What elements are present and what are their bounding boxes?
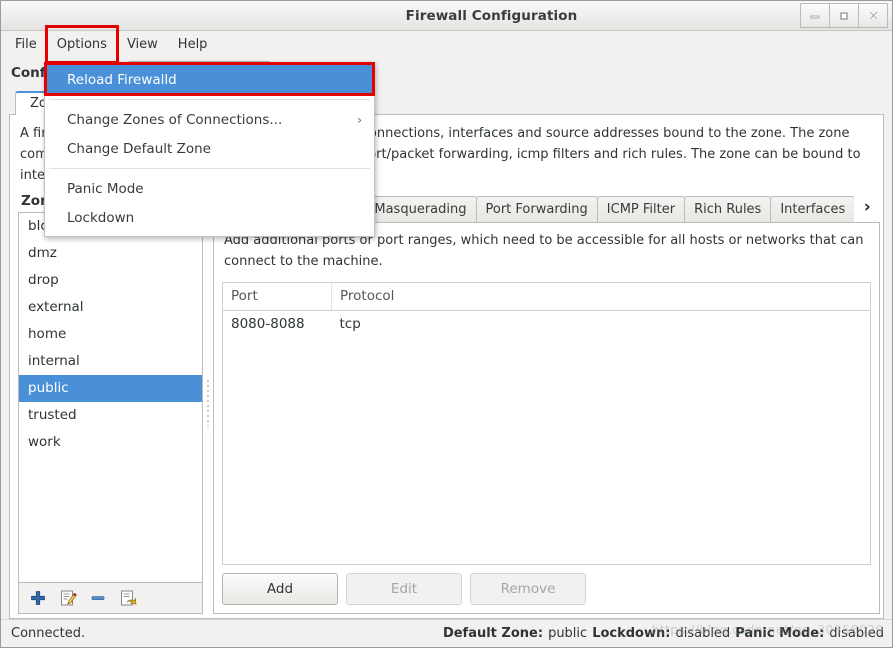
zone-item-home[interactable]: home [19, 321, 202, 348]
zone-item-public[interactable]: public [19, 375, 202, 402]
menu-file[interactable]: File [5, 31, 47, 58]
tab-icmp-filter-label: ICMP Filter [607, 202, 675, 217]
tab-rich-rules-label: Rich Rules [694, 202, 761, 217]
ports-table-wrap: Port Protocol 8080-8088 tcp [222, 282, 871, 565]
menu-view[interactable]: View [117, 31, 168, 58]
tab-icmp-filter[interactable]: ICMP Filter [597, 196, 685, 222]
menu-help-label: Help [178, 37, 208, 52]
ports-tab-panel: Add additional ports or port ranges, whi… [213, 222, 880, 614]
menu-file-label: File [15, 37, 37, 52]
maximize-button[interactable] [829, 3, 859, 28]
pane-splitter[interactable] [203, 192, 213, 614]
firewall-configuration-window: Firewall Configuration File Options View… [0, 0, 893, 648]
status-bar: Connected. https://blog.csdn.net/qq_3035… [1, 619, 892, 647]
menu-options-label: Options [57, 37, 107, 52]
menu-item-panic-mode-label: Panic Mode [67, 181, 144, 197]
menu-view-label: View [127, 37, 158, 52]
tab-port-forwarding[interactable]: Port Forwarding [476, 196, 598, 222]
zone-detail-pane: ‹ Services Ports Masquerading Port Forwa… [213, 192, 884, 614]
menu-item-change-zones-label: Change Zones of Connections... [67, 112, 282, 128]
tab-rich-rules[interactable]: Rich Rules [684, 196, 771, 222]
ports-column-port[interactable]: Port [223, 283, 332, 311]
lockdown-value: disabled [675, 626, 730, 641]
ports-table-header-row: Port Protocol [223, 283, 870, 311]
menu-separator-2 [49, 168, 370, 169]
menu-item-change-zones-of-connections[interactable]: Change Zones of Connections... › [45, 105, 374, 134]
remove-zone-icon[interactable] [89, 589, 107, 607]
status-right-group: Default Zone: public Lockdown: disabled … [443, 626, 884, 641]
menu-separator-1 [49, 99, 370, 100]
ports-button-row: Add Edit Remove [214, 565, 879, 613]
menu-options[interactable]: Options [47, 31, 117, 58]
cell-port: 8080-8088 [223, 311, 332, 338]
ports-table: Port Protocol 8080-8088 tcp [223, 283, 870, 337]
table-row[interactable]: 8080-8088 tcp [223, 311, 870, 338]
edit-zone-icon[interactable] [59, 589, 77, 607]
menu-item-change-default-zone[interactable]: Change Default Zone [45, 134, 374, 163]
zone-item-internal[interactable]: internal [19, 348, 202, 375]
title-bar: Firewall Configuration [1, 1, 892, 31]
tabs-scroll-right-icon[interactable]: › [854, 192, 880, 222]
load-default-zone-icon[interactable] [119, 589, 137, 607]
zones-panes: Zone block dmz drop external home intern… [10, 192, 883, 618]
menu-item-reload-firewalld-label: Reload Firewalld [67, 72, 177, 88]
tab-masquerading-label: Masquerading [374, 202, 466, 217]
connection-status: Connected. [11, 626, 85, 641]
window-title: Firewall Configuration [1, 8, 892, 24]
zone-item-drop[interactable]: drop [19, 267, 202, 294]
splitter-grip [207, 380, 209, 426]
menu-item-panic-mode[interactable]: Panic Mode [45, 174, 374, 203]
remove-button[interactable]: Remove [470, 573, 586, 605]
ports-column-protocol[interactable]: Protocol [332, 283, 871, 311]
menu-bar: File Options View Help [1, 31, 892, 58]
menu-item-lockdown-label: Lockdown [67, 210, 134, 226]
menu-item-reload-firewalld[interactable]: Reload Firewalld [45, 65, 374, 94]
menu-item-change-default-zone-label: Change Default Zone [67, 141, 211, 157]
zone-list[interactable]: block dmz drop external home internal pu… [18, 212, 203, 583]
minimize-button[interactable] [800, 3, 830, 28]
zone-item-work[interactable]: work [19, 429, 202, 456]
close-button[interactable] [858, 3, 888, 28]
zone-item-external[interactable]: external [19, 294, 202, 321]
zone-list-pane: Zone block dmz drop external home intern… [12, 192, 203, 614]
options-dropdown-menu: Reload Firewalld Change Zones of Connect… [44, 62, 375, 237]
default-zone-value: public [548, 626, 587, 641]
tab-masquerading[interactable]: Masquerading [364, 196, 476, 222]
menu-help[interactable]: Help [168, 31, 218, 58]
lockdown-label: Lockdown: [592, 626, 670, 641]
add-zone-icon[interactable] [29, 589, 47, 607]
menu-item-lockdown[interactable]: Lockdown [45, 203, 374, 232]
zone-toolbar [18, 583, 203, 614]
add-button[interactable]: Add [222, 573, 338, 605]
tab-interfaces-label: Interfaces [780, 202, 845, 217]
chevron-right-icon: › [357, 113, 362, 127]
edit-button[interactable]: Edit [346, 573, 462, 605]
tab-interfaces[interactable]: Interfaces [770, 196, 854, 222]
zone-item-dmz[interactable]: dmz [19, 240, 202, 267]
window-controls [801, 3, 888, 28]
zone-item-trusted[interactable]: trusted [19, 402, 202, 429]
tab-port-forwarding-label: Port Forwarding [486, 202, 588, 217]
default-zone-label: Default Zone: [443, 626, 543, 641]
panic-mode-value: disabled [829, 626, 884, 641]
panic-mode-label: Panic Mode: [735, 626, 824, 641]
cell-protocol: tcp [332, 311, 871, 338]
